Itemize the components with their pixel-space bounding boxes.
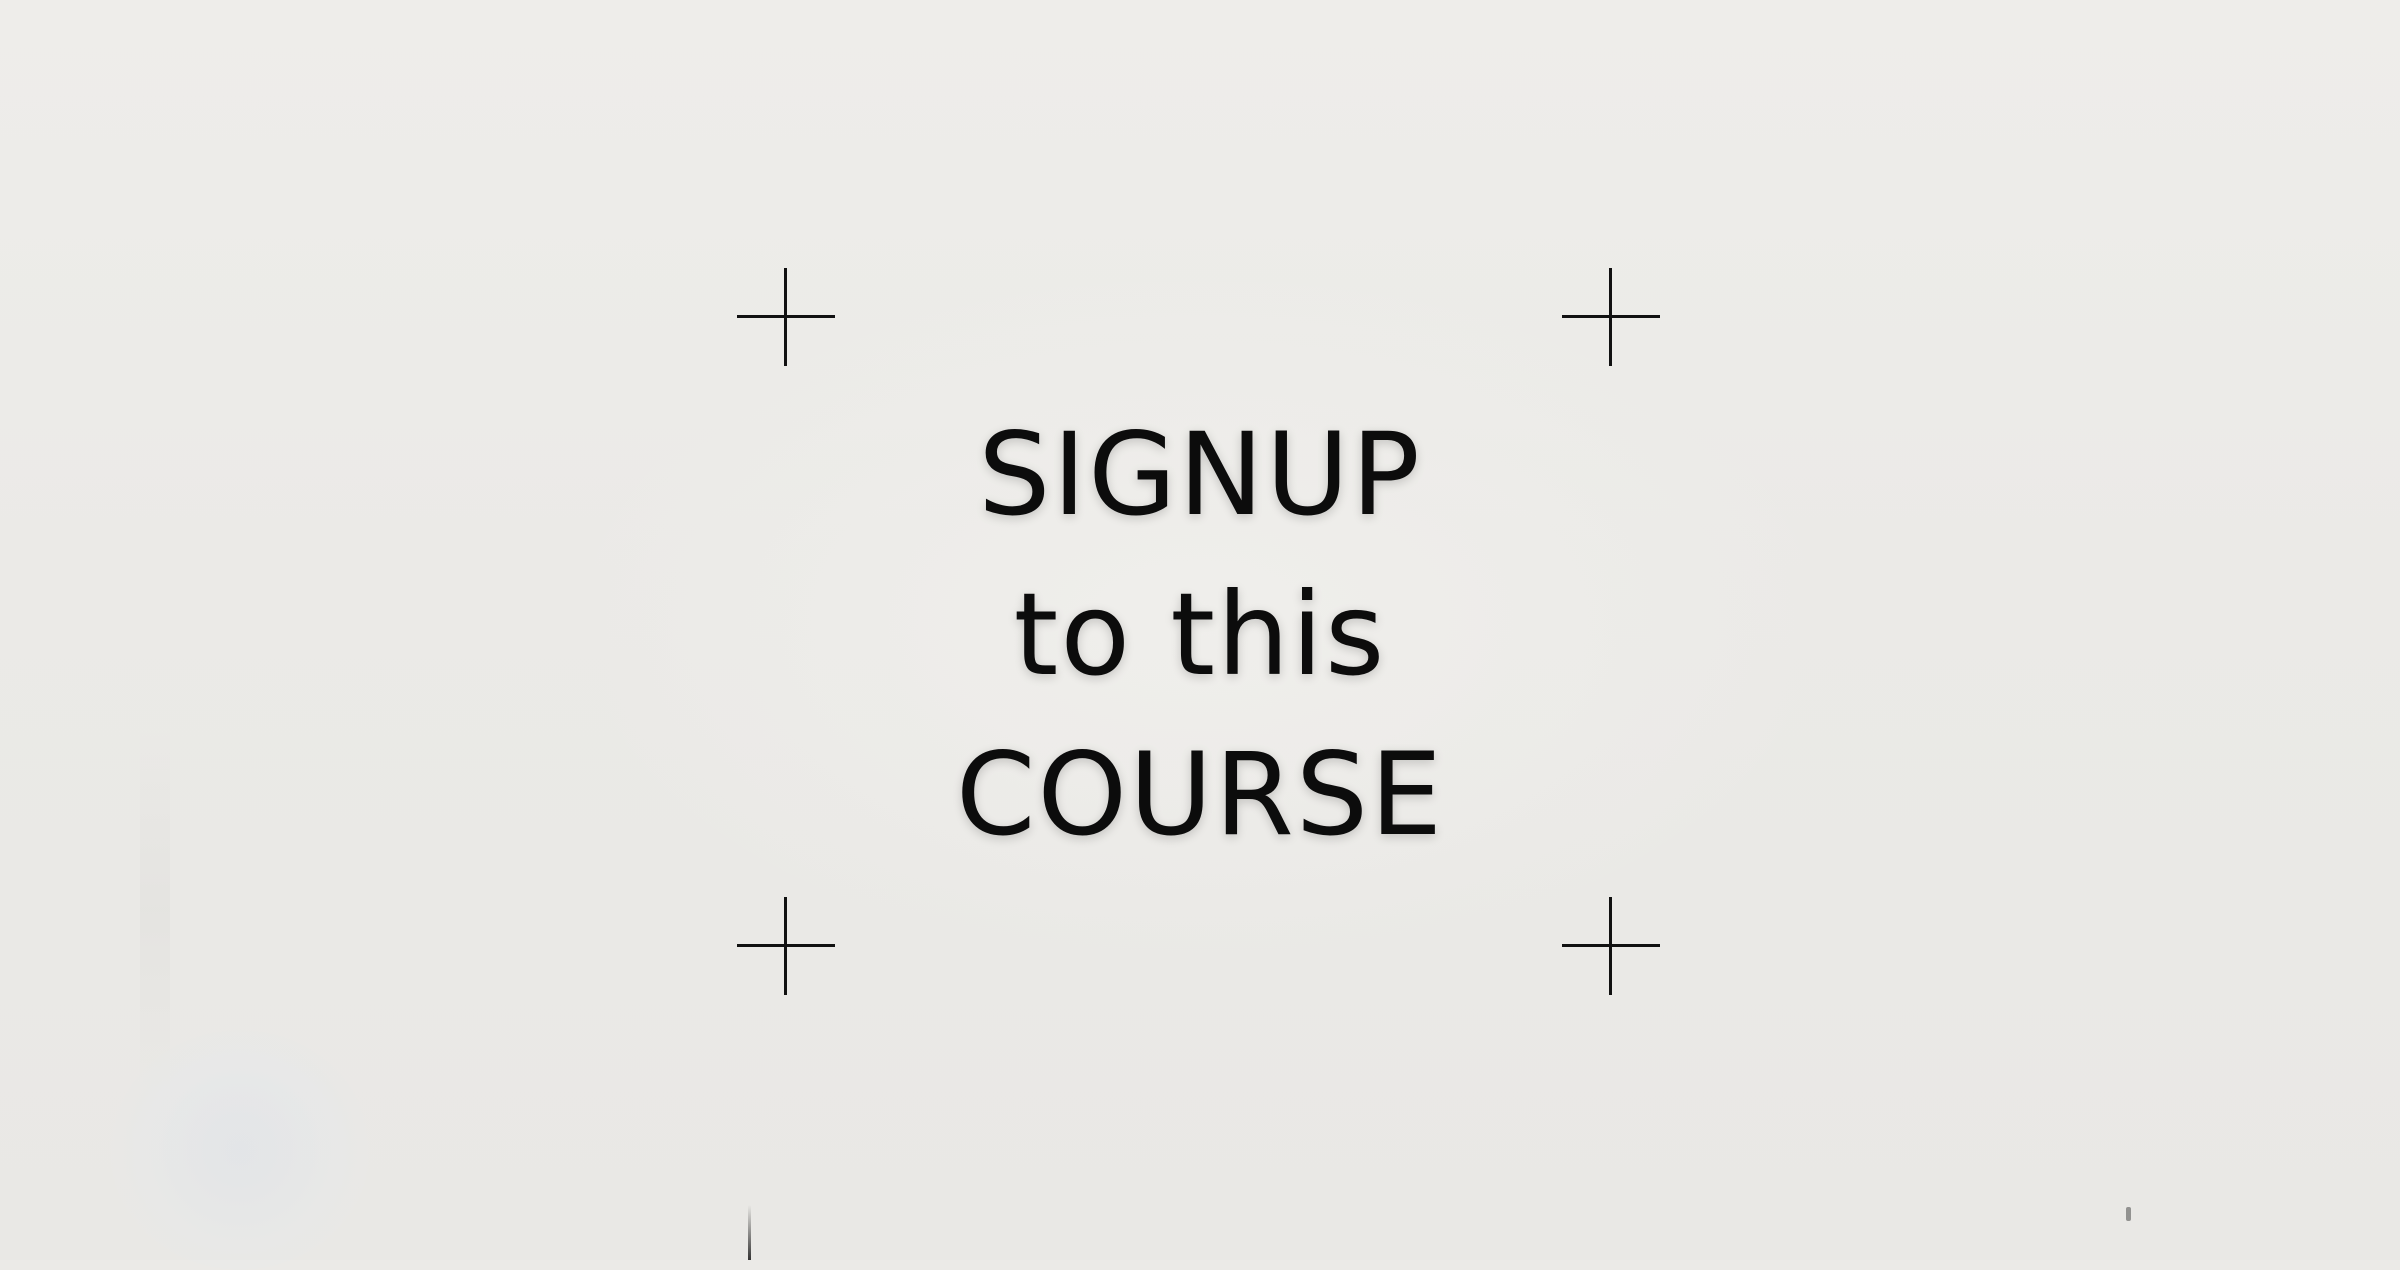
bottom-edge-dot (2126, 1207, 2131, 1221)
headline-line-to-this: to this (1013, 568, 1387, 701)
headline-line-course: COURSE (955, 728, 1445, 861)
headline-line-signup: SIGNUP (978, 408, 1422, 541)
crosshair-icon (737, 897, 835, 995)
promo-headline: SIGNUP to this COURSE (0, 395, 2400, 875)
bottom-edge-mark (748, 1205, 751, 1260)
crosshair-icon (737, 268, 835, 366)
crosshair-icon (1562, 897, 1660, 995)
crosshair-icon (1562, 268, 1660, 366)
